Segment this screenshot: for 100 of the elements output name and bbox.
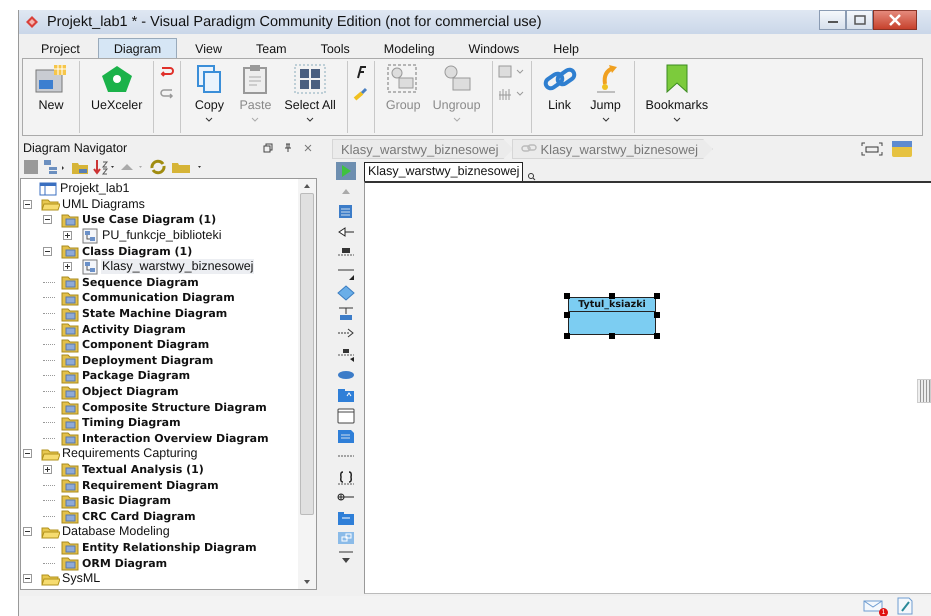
folder-icon	[61, 336, 80, 353]
tree-item[interactable]: Database Modeling	[61, 524, 171, 540]
menu-tab[interactable]: Help	[537, 38, 595, 58]
tree-item[interactable]: Sequence Diagram	[81, 274, 200, 290]
breadcrumb-item[interactable]: Klasy_warstwy_biznesowej	[512, 139, 714, 159]
folder-icon	[61, 477, 80, 494]
ribbon-button[interactable]: Jump	[582, 61, 629, 126]
tree-item[interactable]: Communication Diagram	[81, 290, 236, 306]
tree-item[interactable]: Object Diagram	[81, 384, 180, 400]
diagram-canvas[interactable]: Tytul_ksiazki	[364, 181, 931, 594]
expand-icon[interactable]	[63, 262, 75, 272]
expand-icon[interactable]	[63, 231, 75, 240]
menu-tab[interactable]: Team	[240, 38, 303, 58]
ribbon-button[interactable]: New	[28, 61, 74, 114]
tree-item[interactable]: PU_funkcje_biblioteki	[101, 228, 223, 244]
tree-item[interactable]: CRC Card Diagram	[81, 508, 197, 524]
scrollbar[interactable]	[298, 179, 316, 589]
resize-handle[interactable]	[564, 312, 570, 318]
menu-tab[interactable]: View	[179, 38, 238, 58]
tree-item[interactable]: ORM Diagram	[81, 556, 168, 571]
undo-icon[interactable]	[159, 65, 176, 79]
folder-icon	[61, 430, 80, 446]
edit-icon[interactable]	[897, 597, 913, 615]
tree-item[interactable]: Package Diagram	[81, 368, 192, 384]
diamond-icon[interactable]	[336, 284, 356, 302]
restore-icon[interactable]	[263, 143, 273, 153]
tree-item[interactable]: Timing Diagram	[81, 415, 182, 430]
format-brush-icon[interactable]	[352, 87, 369, 101]
refresh-icon[interactable]	[149, 159, 167, 175]
diagram-name-field[interactable]: Klasy_warstwy_biznesowej	[364, 162, 524, 181]
resize-handle[interactable]	[609, 293, 615, 299]
tree-item[interactable]: Interaction Overview Diagram	[81, 430, 270, 446]
resize-handle[interactable]	[654, 312, 660, 318]
folder-icon	[61, 539, 80, 556]
minimize-button[interactable]	[819, 10, 846, 30]
ribbon-button[interactable]: UeXceler	[85, 61, 148, 114]
tree-item[interactable]: UML Diagrams	[61, 196, 146, 212]
folder-icon	[61, 461, 80, 478]
folder-icon[interactable]	[891, 140, 913, 158]
tree-item[interactable]: State Machine Diagram	[81, 306, 228, 322]
tree-item[interactable]: Entity Relationship Diagram	[81, 540, 258, 555]
caret-icon	[672, 116, 681, 122]
diagram-icon	[81, 228, 100, 244]
collapse-icon[interactable]	[23, 200, 35, 209]
tree-item[interactable]: Deployment Diagram	[81, 352, 214, 368]
frame-icon[interactable]	[336, 406, 356, 425]
realization-icon[interactable]	[336, 304, 356, 323]
search-icon[interactable]	[527, 172, 536, 181]
tree-item[interactable]: Basic Diagram	[81, 493, 172, 508]
sort-icon[interactable]	[93, 159, 115, 175]
package-icon[interactable]	[336, 386, 356, 404]
expand-icon[interactable]	[43, 464, 55, 474]
tree-view-icon[interactable]	[43, 159, 67, 175]
menu-tab[interactable]: Diagram	[98, 38, 178, 58]
align-icon[interactable]	[498, 65, 526, 79]
menu-tab[interactable]: Project	[25, 38, 96, 58]
resize-handle[interactable]	[564, 333, 570, 339]
new-diagram-icon	[34, 64, 68, 94]
pin-icon[interactable]	[283, 143, 293, 153]
mail-icon[interactable]	[863, 600, 883, 612]
folder-icon	[61, 212, 80, 228]
tree-item[interactable]: Component Diagram	[81, 337, 210, 352]
resize-handle[interactable]	[654, 333, 660, 339]
menu-tab[interactable]: Windows	[452, 38, 536, 58]
ribbon-button[interactable]: Copy	[186, 61, 232, 126]
tree-item[interactable]: Activity Diagram	[81, 322, 187, 337]
tree-item[interactable]: Use Case Diagram (1)	[81, 212, 218, 228]
menu-tab[interactable]: Modeling	[368, 38, 451, 58]
tree-item[interactable]: SysML	[61, 571, 102, 586]
collapse-icon[interactable]	[23, 574, 35, 584]
distribute-icon[interactable]	[498, 87, 526, 101]
tree-item[interactable]: Composite Structure Diagram	[81, 400, 268, 415]
maximize-icon	[852, 15, 866, 25]
redo-icon[interactable]	[159, 87, 176, 101]
resize-handle[interactable]	[564, 293, 570, 299]
splitter-handle[interactable]	[917, 379, 931, 403]
collapse-icon[interactable]	[43, 246, 55, 256]
breadcrumb-item[interactable]: Klasy_warstwy_biznesowej	[332, 139, 514, 159]
tree-item[interactable]: Textual Analysis (1)	[81, 462, 205, 477]
ribbon-button[interactable]: Link	[536, 61, 583, 114]
close-icon[interactable]	[303, 143, 313, 153]
ribbon-button[interactable]: Select All	[278, 61, 342, 126]
close-button[interactable]	[873, 10, 917, 30]
collapse-icon[interactable]	[23, 527, 35, 536]
resize-handle[interactable]	[609, 333, 615, 339]
tree-item[interactable]: Projekt_lab1	[59, 181, 130, 196]
maximize-button[interactable]	[846, 10, 873, 30]
menu-tab[interactable]: Tools	[304, 38, 366, 58]
tree-item[interactable]: Requirements Capturing	[61, 446, 198, 462]
folder-icon	[61, 306, 80, 322]
note-icon[interactable]	[336, 427, 356, 446]
collapse-icon[interactable]	[43, 215, 55, 224]
square-icon[interactable]	[23, 159, 39, 175]
collapse-icon[interactable]	[23, 449, 35, 458]
tree-item[interactable]: Klasy_warstwy_biznesowej	[101, 259, 254, 274]
resize-handle[interactable]	[654, 293, 660, 299]
tree-item[interactable]: Class Diagram (1)	[81, 244, 194, 259]
ribbon-button[interactable]: Bookmarks	[640, 61, 714, 126]
fit-icon[interactable]	[861, 142, 883, 156]
tree-item[interactable]: Requirement Diagram	[81, 478, 220, 493]
